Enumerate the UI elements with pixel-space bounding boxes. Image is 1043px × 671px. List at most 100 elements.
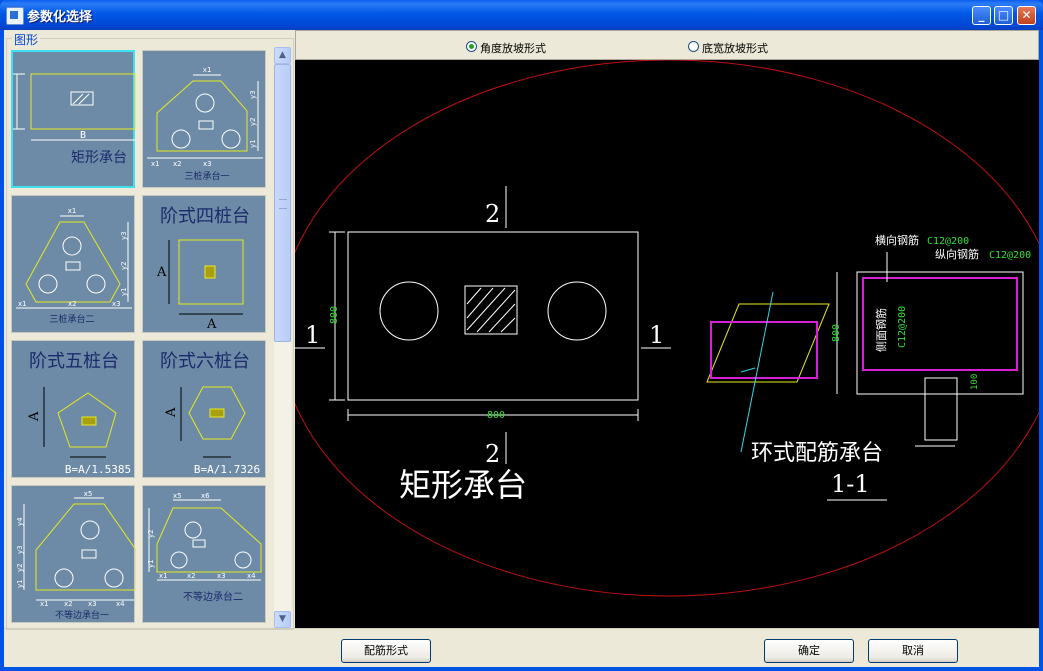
thumb-dim-a1: A bbox=[156, 265, 167, 280]
preview-panel: 角度放坡形式 底宽放坡形式 2 2 1 1 800 800 矩形承台 环式配筋承… bbox=[278, 30, 1043, 628]
thumb-dim-y3: y3 bbox=[120, 231, 128, 240]
rebar-form-button[interactable]: 配筋形式 bbox=[341, 639, 431, 663]
close-icon: ✕ bbox=[1021, 8, 1032, 22]
radio-checked-icon bbox=[466, 41, 477, 52]
thumb-dim-y2: y2 bbox=[16, 563, 24, 572]
maximize-icon: □ bbox=[997, 8, 1010, 22]
maximize-button[interactable]: □ bbox=[994, 6, 1013, 25]
thumb-step-five-pile[interactable]: 阶式五桩台 A B=A/1.5385 bbox=[11, 340, 135, 478]
thumb-label: 三桩承台一 bbox=[184, 170, 229, 182]
thumb-unequal-cap-1[interactable]: x5 y4 y3 y2 y1 x1 x2 x3 x4 不等边承台一 bbox=[11, 485, 136, 623]
thumb-dim-x3: x3 bbox=[217, 572, 226, 580]
thumb-formula: B=A/1.5385 bbox=[65, 463, 131, 476]
thumb-dim-x3: x3 bbox=[203, 160, 212, 168]
scroll-up-button[interactable]: ▲ bbox=[274, 47, 291, 64]
thumb-step-six-pile[interactable]: 阶式六桩台 A B=A/1.7326 bbox=[142, 340, 266, 478]
ring-cyan-line bbox=[740, 291, 774, 453]
thumb-dim-x4: x4 bbox=[116, 600, 125, 608]
thumb-step-four-pile-drawing: 阶式四桩台 A A bbox=[156, 206, 250, 332]
shape-panel: 图形 B 矩形承台 x1 y3 y2 y1 x1 x2 x3 三桩承台一 x1 … bbox=[4, 30, 294, 630]
thumb-dim-top: x1 bbox=[68, 207, 77, 215]
main-title: 矩形承台 bbox=[399, 466, 527, 504]
thumb-formula: B=A/1.7326 bbox=[194, 463, 260, 476]
selection-ellipse bbox=[278, 59, 1043, 597]
thumb-dim-a: A bbox=[27, 411, 42, 422]
thumb-three-pile-1[interactable]: x1 y3 y2 y1 x1 x2 x3 三桩承台一 bbox=[142, 50, 266, 188]
thumb-dim-top: x1 bbox=[203, 66, 211, 74]
section-dim-height: 800 bbox=[831, 324, 842, 342]
radio-angle-slope-label: 角度放坡形式 bbox=[480, 42, 546, 55]
thumb-dim-x2: x2 bbox=[68, 300, 77, 308]
title-bar: 参数化选择 _ □ ✕ bbox=[0, 0, 1043, 30]
chevron-down-icon: ▼ bbox=[279, 614, 286, 624]
chevron-up-icon: ▲ bbox=[279, 50, 286, 60]
window-title: 参数化选择 bbox=[27, 10, 93, 25]
ring-rebar bbox=[710, 321, 818, 379]
thumb-label: 不等边承台二 bbox=[183, 590, 243, 603]
ring-title: 环式配筋承台 bbox=[751, 441, 883, 466]
thumb-dim-x6: x6 bbox=[201, 492, 210, 500]
thumb-three-pile-2[interactable]: x1 y3 y2 y1 x1 x2 x3 三桩承台二 bbox=[11, 195, 135, 333]
dim-width: 800 bbox=[487, 410, 505, 421]
thumb-dim-y2: y2 bbox=[249, 117, 257, 126]
thumb-dim-y1: y1 bbox=[120, 287, 128, 296]
hatch-lines bbox=[466, 287, 516, 333]
thumb-dim-x3: x3 bbox=[88, 600, 97, 608]
thumb-unequal-cap-2[interactable]: x5 x6 y2 y1 x1 x2 x3 x4 不等边承台二 bbox=[142, 485, 266, 623]
cad-drawing: 2 2 1 1 800 800 矩形承台 环式配筋承台 800 100 横向钢筋… bbox=[278, 59, 1043, 597]
section-title: 1-1 bbox=[831, 470, 870, 498]
thumbnail-scrollbar[interactable]: ▲ ▼ bbox=[274, 47, 291, 628]
thumb-dim-x2: x2 bbox=[173, 160, 182, 168]
rebar-transverse-spec: C12@200 bbox=[927, 236, 969, 247]
window: 参数化选择 _ □ ✕ 图形 B 矩形承台 x1 y3 y2 y1 x1 x2 … bbox=[0, 0, 1043, 671]
section-mark-bottom: 2 bbox=[485, 440, 500, 468]
thumb-rect-cap[interactable]: B 矩形承台 bbox=[11, 50, 136, 188]
ok-button[interactable]: 确定 bbox=[764, 639, 854, 663]
cad-preview-canvas: 2 2 1 1 800 800 矩形承台 环式配筋承台 800 100 横向钢筋… bbox=[278, 59, 1043, 628]
dim-height: 800 bbox=[329, 306, 340, 324]
rebar-longitudinal-spec: C12@200 bbox=[989, 250, 1031, 261]
thumb-dim-x1: x1 bbox=[40, 600, 49, 608]
thumb-label: 不等边承台一 bbox=[55, 609, 109, 621]
thumbnail-list: B 矩形承台 x1 y3 y2 y1 x1 x2 x3 三桩承台一 x1 y3 … bbox=[9, 47, 272, 627]
thumb-step-five-pile-drawing: 阶式五桩台 A B=A/1.5385 bbox=[27, 351, 131, 476]
thumb-dim-y3: y3 bbox=[249, 90, 257, 99]
cap-outline bbox=[347, 231, 639, 401]
thumb-rect-dim: B bbox=[80, 130, 86, 141]
cancel-button[interactable]: 取消 bbox=[868, 639, 958, 663]
pile-circle-right bbox=[547, 281, 607, 341]
thumb-dim-y2: y2 bbox=[120, 261, 128, 270]
thumb-dim-y1: y1 bbox=[16, 579, 24, 588]
button-bar: 配筋形式 确定 取消 bbox=[4, 628, 1039, 668]
thumb-label: 阶式四桩台 bbox=[160, 206, 250, 227]
scroll-down-button[interactable]: ▼ bbox=[274, 611, 291, 628]
thumb-dim-top: x5 bbox=[84, 490, 93, 498]
slope-mode-bar: 角度放坡形式 底宽放坡形式 bbox=[295, 30, 1039, 60]
scroll-grip-icon bbox=[279, 199, 287, 209]
thumb-dim-y3: y3 bbox=[16, 545, 24, 554]
scroll-thumb[interactable] bbox=[274, 64, 291, 342]
thumb-dim-x2: x2 bbox=[187, 572, 196, 580]
thumb-dim-x1: x1 bbox=[151, 160, 160, 168]
thumb-step-six-pile-drawing: 阶式六桩台 A B=A/1.7326 bbox=[160, 351, 260, 476]
thumb-label: 矩形承台 bbox=[71, 150, 127, 166]
section-mark-top: 2 bbox=[485, 200, 500, 228]
thumb-three-pile-1-drawing: x1 y3 y2 y1 x1 x2 x3 三桩承台一 bbox=[147, 66, 263, 182]
thumb-dim-a2: A bbox=[206, 317, 217, 332]
rebar-side-spec: C12@200 bbox=[897, 306, 908, 348]
minimize-button[interactable]: _ bbox=[972, 6, 991, 25]
thumb-label: 阶式六桩台 bbox=[160, 351, 250, 372]
thumb-step-four-pile[interactable]: 阶式四桩台 A A bbox=[142, 195, 266, 333]
pile-circle-left bbox=[379, 281, 439, 341]
thumb-dim-y4: y4 bbox=[16, 517, 24, 526]
rebar-transverse-label: 横向钢筋 bbox=[875, 233, 919, 247]
thumb-unequal-cap-2-drawing: x5 x6 y2 y1 x1 x2 x3 x4 不等边承台二 bbox=[147, 492, 262, 603]
radio-unchecked-icon bbox=[688, 41, 699, 52]
app-icon bbox=[6, 7, 24, 25]
thumb-dim-y1: y1 bbox=[249, 139, 257, 148]
thumb-dim-x2: x2 bbox=[64, 600, 73, 608]
thumb-unequal-cap-1-drawing: x5 y4 y3 y2 y1 x1 x2 x3 x4 不等边承台一 bbox=[16, 490, 136, 621]
minimize-icon: _ bbox=[978, 8, 985, 22]
close-button[interactable]: ✕ bbox=[1017, 6, 1036, 25]
section-mark-right: 1 bbox=[649, 321, 664, 349]
